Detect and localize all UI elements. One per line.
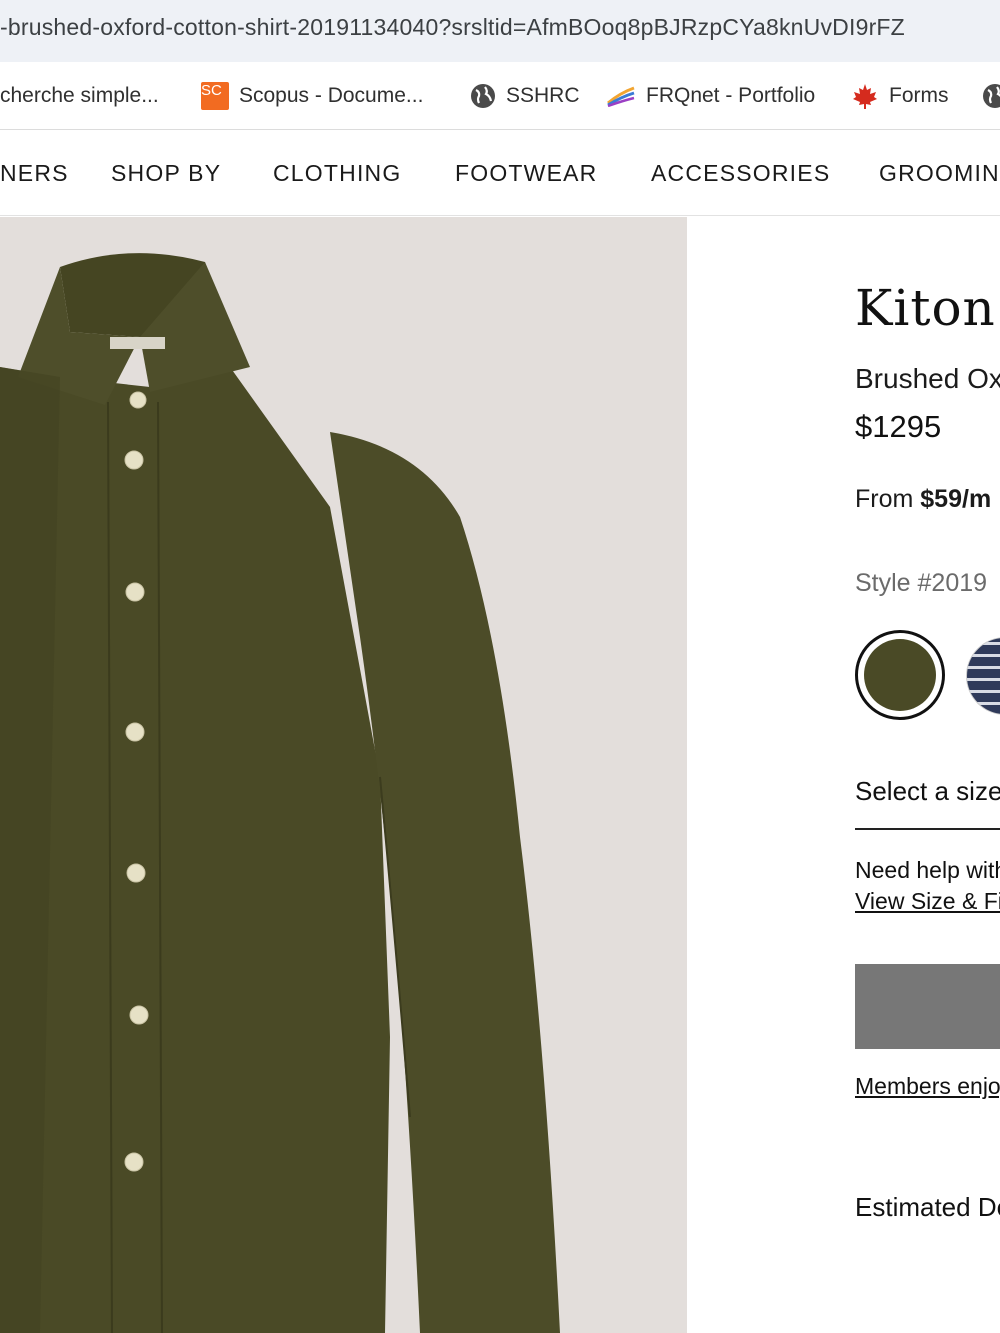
maple-leaf-icon [853,84,877,109]
estimated-delivery: Estimated Delivery [855,1192,1000,1222]
size-help-text: Need help with [855,857,1000,883]
address-bar[interactable]: -brushed-oxford-cotton-shirt-20191134040… [0,0,1000,62]
bookmarks-bar: cherche simple... SC Scopus - Docume... … [0,62,1000,130]
nav-item-designers[interactable]: NERS [0,160,69,187]
nav-item-grooming[interactable]: GROOMING [879,160,1000,187]
financing-text: From $59/m [855,485,991,514]
product-image[interactable] [0,217,687,1333]
url-text[interactable]: -brushed-oxford-cotton-shirt-20191134040… [0,14,905,41]
style-number: Style #2019 [855,569,988,597]
bookmark-label: Scopus - Docume... [239,84,424,107]
product-details: Kiton Brushed Oxford $1295 From $59/m St… [687,217,1000,1333]
bookmark-frqnet[interactable]: FRQnet - Portfolio [606,82,815,110]
nav-item-footwear[interactable]: FOOTWEAR [455,160,597,187]
bookmark-more[interactable] [982,82,1000,110]
swatch-olive[interactable] [855,630,945,720]
scopus-icon: SC [201,82,229,110]
globe-icon [983,84,1000,108]
frq-icon [607,86,635,107]
bookmark-forms[interactable]: Forms [851,82,949,110]
bookmark-label: Forms [889,84,949,107]
brand-name[interactable]: Kiton [855,279,996,337]
bookmark-label: cherche simple... [0,84,159,107]
swatch-olive-fill [864,639,936,711]
bookmark-scopus[interactable]: SC Scopus - Docume... [201,82,423,110]
size-fit-link[interactable]: View Size & Fit [855,888,1000,915]
financing-prefix: From [855,485,921,513]
bookmark-recherche[interactable]: cherche simple... [0,82,159,110]
nav-item-shop-by[interactable]: SHOP BY [111,160,221,187]
globe-icon [471,84,495,108]
add-to-bag-button[interactable] [855,964,1000,1049]
bookmark-label: SSHRC [506,84,580,107]
product-name: Brushed Oxford [855,363,1000,394]
product-price: $1295 [855,409,942,444]
shirt-illustration [0,253,560,1333]
swatch-navy-stripe[interactable] [966,637,1000,715]
financing-amount: $59/m [920,485,992,513]
bookmark-label: FRQnet - Portfolio [646,84,816,107]
size-select[interactable]: Select a size [855,774,1000,830]
nav-item-clothing[interactable]: CLOTHING [273,160,401,187]
site-nav: NERS SHOP BY CLOTHING FOOTWEAR ACCESSORI… [0,131,1000,216]
bookmark-sshrc[interactable]: SSHRC [470,82,580,110]
members-link[interactable]: Members enjoy [855,1073,1000,1100]
nav-item-accessories[interactable]: ACCESSORIES [651,160,830,187]
